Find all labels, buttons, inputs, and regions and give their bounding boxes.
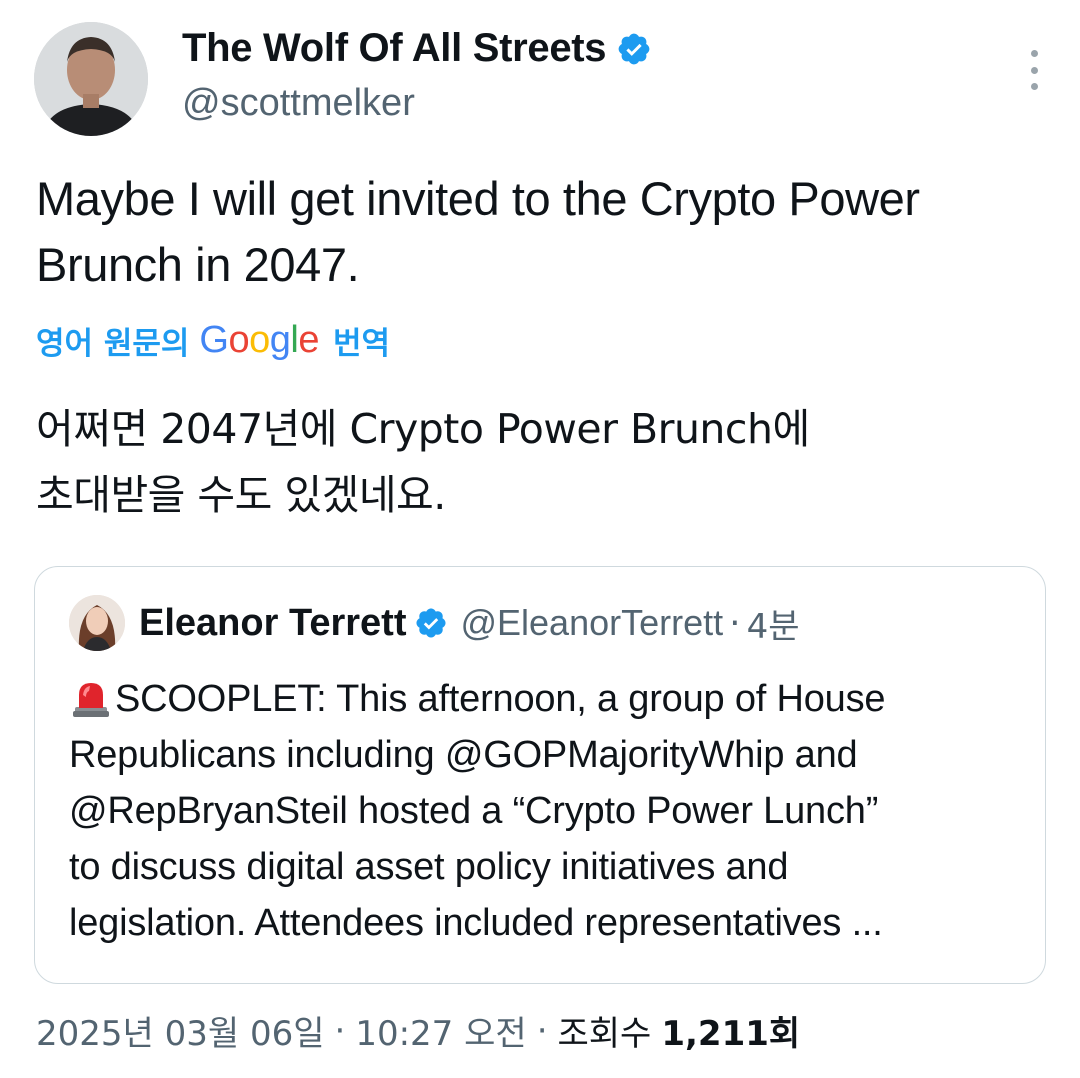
quoted-tweet[interactable]: Eleanor Terrett @EleanorTerrett · 4분 SCO…	[34, 566, 1046, 984]
translate-suffix: 번역	[332, 326, 391, 362]
translated-line: 어쩌면 2047년에 Crypto Power Brunch에	[36, 405, 810, 453]
quoted-text-line: SCOOPLET: This afternoon, a group of Hou…	[69, 671, 1019, 727]
quoted-text-line: Republicans including @GOPMajorityWhip a…	[69, 734, 858, 776]
quoted-author-name[interactable]: Eleanor Terrett	[139, 602, 406, 645]
tweet-text: Maybe I will get invited to the Crypto P…	[36, 166, 1056, 298]
more-dot	[1030, 50, 1038, 57]
separator-dot: ·	[729, 602, 741, 644]
verified-badge-icon	[414, 606, 448, 640]
tweet-meta: 2025년 03월 06일 · 10:27 오전 · 조회수 1,211회	[36, 1006, 800, 1055]
views-count[interactable]: 1,211회	[661, 1006, 800, 1055]
quoted-tweet-header: Eleanor Terrett @EleanorTerrett · 4분	[69, 595, 800, 651]
google-logo: Google	[199, 319, 319, 361]
separator-dot: ·	[536, 1010, 548, 1051]
post-time[interactable]: 10:27 오전	[355, 1006, 526, 1055]
separator-dot: ·	[334, 1010, 346, 1051]
translated-text: 어쩌면 2047년에 Crypto Power Brunch에 초대받을 수도 …	[36, 396, 1036, 528]
quoted-author-handle[interactable]: @EleanorTerrett	[460, 602, 723, 644]
more-options-icon[interactable]	[1028, 50, 1040, 90]
quoted-text-line: to discuss digital asset policy initiati…	[69, 846, 789, 888]
tweet-text-line: Maybe I will get invited to the Crypto P…	[36, 172, 920, 225]
post-date[interactable]: 2025년 03월 06일	[36, 1006, 325, 1055]
translate-link[interactable]: 영어 원문의 Google 번역	[36, 318, 390, 363]
author-display-name[interactable]: The Wolf Of All Streets	[182, 26, 607, 71]
quoted-text-line: @RepBryanSteil hosted a “Crypto Power Lu…	[69, 790, 879, 832]
quoted-author-avatar[interactable]	[69, 595, 125, 651]
author-handle[interactable]: @scottmelker	[182, 82, 415, 125]
author-name-row: The Wolf Of All Streets	[182, 26, 652, 71]
quoted-timestamp[interactable]: 4분	[747, 599, 800, 648]
views-label: 조회수	[557, 1014, 652, 1054]
quoted-tweet-text: SCOOPLET: This afternoon, a group of Hou…	[69, 671, 1019, 951]
rotating-light-icon	[69, 675, 113, 719]
translate-prefix: 영어 원문의	[36, 326, 190, 362]
tweet-text-line: Brunch in 2047.	[36, 238, 360, 291]
tweet-header: The Wolf Of All Streets @scottmelker	[34, 22, 1054, 138]
more-dot	[1030, 83, 1038, 90]
author-avatar[interactable]	[34, 22, 148, 136]
more-dot	[1030, 66, 1038, 74]
translated-line: 초대받을 수도 있겠네요.	[36, 471, 446, 519]
verified-badge-icon	[616, 31, 652, 67]
quoted-text-line: legislation. Attendees included represen…	[69, 902, 883, 944]
